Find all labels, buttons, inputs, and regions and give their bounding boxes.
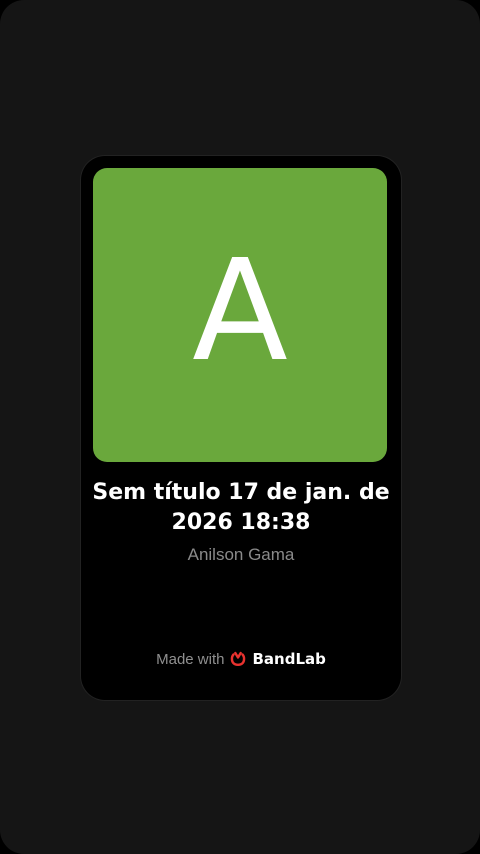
cover-initial: A bbox=[192, 230, 288, 393]
made-with-label: Made with bbox=[156, 650, 225, 668]
screen: A Sem título 17 de jan. de 2026 18:38 An… bbox=[0, 0, 480, 854]
track-card[interactable]: A Sem título 17 de jan. de 2026 18:38 An… bbox=[81, 156, 401, 700]
bandlab-brand-name: BandLab bbox=[252, 650, 326, 668]
made-with-bandlab[interactable]: Made with BandLab bbox=[81, 650, 401, 668]
track-title: Sem título 17 de jan. de 2026 18:38 bbox=[92, 480, 390, 535]
bandlab-logo-icon bbox=[229, 650, 247, 668]
track-cover-art[interactable]: A bbox=[93, 168, 387, 462]
artist-name[interactable]: Anilson Gama bbox=[81, 544, 401, 566]
